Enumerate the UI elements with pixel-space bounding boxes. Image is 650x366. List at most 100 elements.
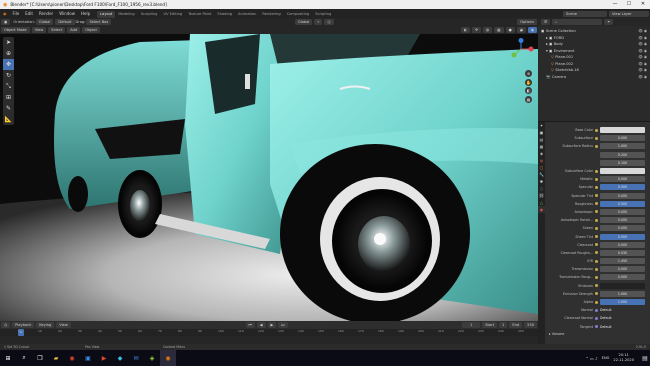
editor-type-button[interactable]: ▣ — [1, 19, 11, 25]
socket-dot-icon[interactable] — [595, 300, 598, 304]
material-tab-icon[interactable]: ◉ — [538, 206, 545, 213]
socket-dot-icon[interactable] — [595, 210, 598, 214]
viewport-menu-add[interactable]: Add — [67, 27, 81, 33]
drag-dropdown[interactable]: Select Box — [86, 19, 112, 25]
property-value-field[interactable]: Default — [600, 315, 645, 321]
property-value-field[interactable]: 0.030 — [600, 249, 645, 256]
socket-dot-icon[interactable] — [595, 251, 598, 255]
pivot-dropdown[interactable]: Default — [55, 19, 75, 25]
maximize-button[interactable]: ☐ — [622, 0, 636, 9]
navigation-gizmo[interactable] — [506, 38, 536, 68]
render-tab-icon[interactable]: ▣ — [538, 129, 545, 136]
mail-icon[interactable]: ✉ — [128, 350, 144, 366]
tool-tab-icon[interactable]: ✦ — [538, 122, 545, 129]
snap-icon[interactable]: ⌖ — [314, 19, 323, 25]
overlay-icon[interactable]: ◍ — [483, 27, 493, 33]
rotate-tool[interactable]: ↻ — [3, 70, 14, 81]
timeline-ruler[interactable]: 1 0 10 20 30 40 50 60 70 80 90 100 110 120 130 140 150 1… — [0, 329, 538, 336]
scene-tab-icon[interactable]: ◈ — [538, 150, 545, 157]
menu-file[interactable]: File — [10, 9, 23, 18]
transform-tool[interactable]: ⊞ — [3, 92, 14, 103]
socket-dot-icon[interactable] — [595, 267, 598, 271]
zoom-icon[interactable]: ⊕ — [525, 70, 532, 77]
socket-dot-icon[interactable] — [595, 292, 598, 296]
menu-window[interactable]: Window — [56, 9, 78, 18]
workspace-tab-modeling[interactable]: Modeling — [115, 11, 137, 18]
property-value-field[interactable]: 0.000 — [600, 176, 645, 183]
property-value-field[interactable]: 1.000 — [600, 143, 645, 150]
store-icon[interactable]: ▣ — [80, 350, 96, 366]
camera-view-icon[interactable]: ◧ — [525, 87, 532, 94]
property-value-field[interactable]: 0.000 — [600, 274, 645, 281]
property-value-field[interactable]: 0.200 — [600, 151, 645, 158]
socket-dot-icon[interactable] — [595, 202, 598, 206]
constraints-tab-icon[interactable]: ⛓ — [538, 192, 545, 199]
keying-menu[interactable]: Keying — [36, 322, 55, 328]
socket-dot-icon[interactable] — [595, 136, 598, 140]
3d-viewport[interactable] — [0, 34, 538, 321]
menu-render[interactable]: Render — [36, 9, 56, 18]
particles-tab-icon[interactable]: ✺ — [538, 178, 545, 185]
render-camera-icon[interactable]: ◉ — [643, 74, 648, 81]
outliner-row[interactable]: 📷 Camera 👁 ◉ — [538, 74, 650, 81]
viewport-menu-object[interactable]: Object — [82, 27, 100, 33]
outliner-editor-icon[interactable]: ☰ — [541, 19, 551, 25]
proportional-icon[interactable]: ◎ — [324, 19, 334, 25]
socket-dot-icon[interactable] — [595, 128, 598, 132]
socket-dot-icon[interactable] — [595, 284, 598, 288]
mode-dropdown[interactable]: Object Mode — [1, 27, 30, 33]
language-indicator[interactable]: ENG — [602, 356, 610, 360]
socket-dot-icon[interactable] — [595, 144, 598, 148]
windows-start-icon[interactable]: ⊞ — [0, 350, 16, 366]
socket-dot-icon[interactable] — [595, 316, 598, 320]
browser-icon[interactable]: ◉ — [64, 350, 80, 366]
volume-panel[interactable]: ▸ Volume — [545, 331, 650, 338]
notifications-icon[interactable]: ▤ — [640, 350, 650, 366]
property-value-field[interactable]: 0.000 — [600, 266, 645, 273]
property-value-field[interactable]: 1.000 — [600, 299, 645, 306]
close-button[interactable]: ✕ — [636, 0, 650, 9]
property-value-field[interactable] — [600, 282, 645, 289]
socket-dot-icon[interactable] — [595, 194, 598, 198]
socket-dot-icon[interactable] — [595, 185, 598, 189]
perspective-icon[interactable]: ▦ — [525, 95, 532, 103]
output-tab-icon[interactable]: ▤ — [538, 136, 545, 143]
view-layer-tab-icon[interactable]: ▦ — [538, 143, 545, 150]
socket-dot-icon[interactable] — [595, 308, 598, 312]
select-tool[interactable]: ➤ — [3, 37, 14, 48]
search-icon[interactable]: ⌕ — [16, 350, 32, 366]
socket-dot-icon[interactable] — [595, 259, 598, 263]
material-shading-icon[interactable]: ◕ — [516, 27, 526, 33]
pan-icon[interactable]: ✋ — [525, 78, 532, 86]
socket-dot-icon[interactable] — [595, 243, 598, 247]
view-menu[interactable]: View — [56, 322, 71, 328]
app-icon[interactable]: ◈ — [144, 350, 160, 366]
property-value-field[interactable]: 0.000 — [600, 192, 645, 199]
move-tool[interactable]: ✥ — [3, 59, 14, 70]
socket-dot-icon[interactable] — [595, 169, 598, 173]
modifier-tab-icon[interactable]: 🔧 — [538, 171, 545, 178]
solid-shading-icon[interactable]: ● — [505, 27, 515, 33]
measure-tool[interactable]: 📐 — [3, 114, 14, 125]
transform-orientation-dropdown[interactable]: Global — [294, 19, 313, 25]
property-value-field[interactable]: 0.000 — [600, 217, 645, 224]
filter-icon[interactable]: ⏷ — [604, 19, 614, 25]
workspace-tab-scripting[interactable]: Scripting — [312, 11, 334, 18]
data-tab-icon[interactable]: △ — [538, 199, 545, 206]
socket-dot-icon[interactable] — [595, 177, 598, 181]
property-value-field[interactable]: 0.000 — [600, 241, 645, 248]
viewport-menu-select[interactable]: Select — [48, 27, 66, 33]
view-layer-selector[interactable]: View Layer — [609, 10, 649, 17]
property-value-field[interactable]: 0.000 — [600, 225, 645, 232]
workspace-tab-shading[interactable]: Shading — [214, 11, 235, 18]
media-icon[interactable]: ▶ — [96, 350, 112, 366]
property-value-field[interactable]: Default — [600, 324, 645, 330]
orientation-dropdown[interactable]: Global — [35, 19, 54, 25]
scene-selector[interactable]: Scene — [563, 10, 607, 17]
outliner-search-input[interactable]: ⌕ — [552, 19, 603, 25]
clock[interactable]: 20:11 22.11.2020 — [613, 353, 634, 363]
photo-icon[interactable]: ◆ — [112, 350, 128, 366]
object-tab-icon[interactable]: ▢ — [538, 164, 545, 171]
xray-icon[interactable]: ▦ — [494, 27, 504, 33]
start-frame-field[interactable]: 1 — [499, 322, 508, 328]
